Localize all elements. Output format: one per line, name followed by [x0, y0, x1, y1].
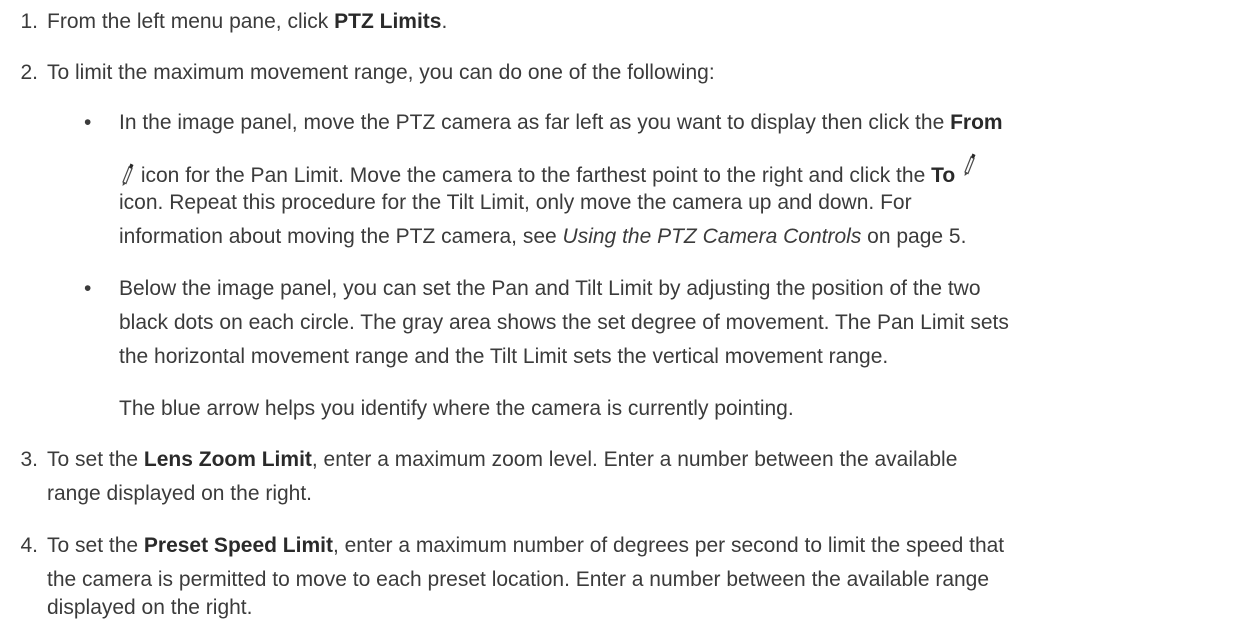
cross-reference-link[interactable]: Using the PTZ Camera Controls — [563, 225, 862, 248]
step-number: 3. — [20, 448, 38, 471]
step-text: displayed on the right. — [47, 596, 253, 619]
text-segment: on page 5. — [861, 225, 967, 248]
text-segment: information about moving the PTZ camera,… — [119, 225, 563, 248]
step-text: From the left menu pane, click PTZ Limit… — [47, 5, 447, 39]
text-segment: icon for the Pan Limit. Move the camera … — [135, 164, 932, 187]
text-segment: . — [441, 10, 448, 33]
ui-label-bold: From — [950, 111, 1003, 134]
text-segment: From the left menu pane, click — [47, 10, 335, 33]
document: 1. From the left menu pane, click PTZ Li… — [0, 0, 1241, 623]
ui-label-bold: Preset Speed Limit — [143, 534, 333, 557]
ui-label-bold: To — [931, 164, 956, 187]
pencil-icon — [122, 163, 134, 186]
bullet-text: Below the image panel, you can set the P… — [119, 277, 981, 300]
bullet-marker: • — [84, 277, 92, 300]
step-text: To set the Preset Speed Limit, enter a m… — [47, 529, 1004, 563]
text-segment: In the image panel, move the PTZ camera … — [119, 111, 951, 134]
ui-label-bold: Lens Zoom Limit — [143, 448, 312, 471]
step-number: 4. — [20, 534, 38, 557]
text-segment: , enter a maximum zoom level. Enter a nu… — [311, 448, 958, 471]
text-segment: , enter a maximum number of degrees per … — [332, 534, 1005, 557]
bullet-text: icon. Repeat this procedure for the Tilt… — [119, 191, 912, 214]
bullet-text: In the image panel, move the PTZ camera … — [119, 106, 1003, 140]
step-number: 2. — [20, 61, 38, 84]
step-text: To set the Lens Zoom Limit, enter a maxi… — [47, 443, 957, 477]
step-text: range displayed on the right. — [47, 482, 313, 505]
bullet-text: the horizontal movement range and the Ti… — [119, 345, 889, 368]
text-segment: To set the — [47, 448, 144, 471]
ui-label-bold: PTZ Limits — [334, 10, 442, 33]
bullet-text: information about moving the PTZ camera,… — [119, 220, 966, 254]
step-number: 1. — [20, 10, 38, 33]
pencil-icon — [964, 153, 976, 176]
bullet-text: black dots on each circle. The gray area… — [119, 311, 1009, 334]
note-text: The blue arrow helps you identify where … — [119, 397, 794, 420]
bullet-marker: • — [84, 111, 92, 134]
text-segment: To set the — [47, 534, 144, 557]
step-text: To limit the maximum movement range, you… — [47, 61, 715, 84]
